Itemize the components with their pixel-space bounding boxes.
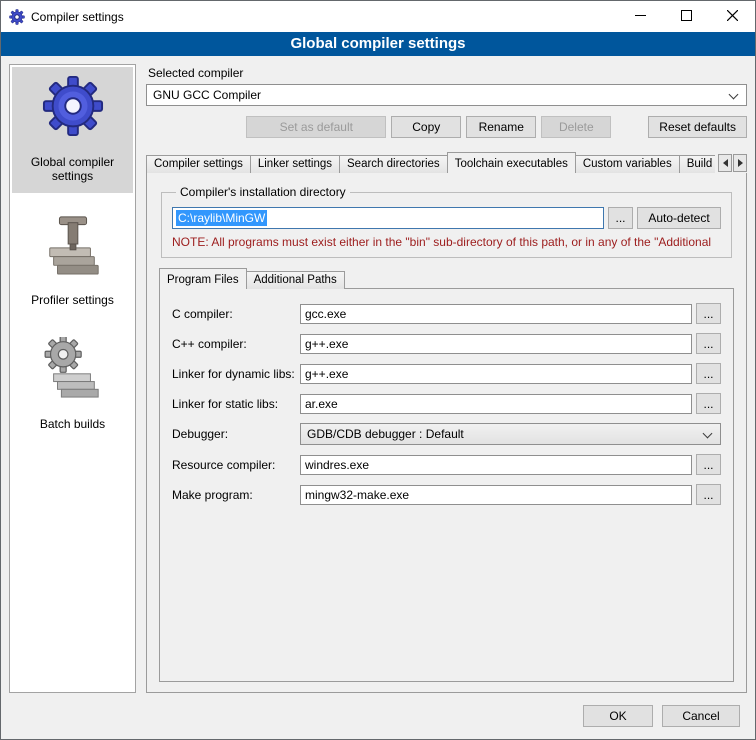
sidebar-item-profiler-settings[interactable]: Profiler settings <box>12 205 133 317</box>
copy-button[interactable]: Copy <box>391 116 461 138</box>
c-compiler-input[interactable] <box>300 304 692 324</box>
tab-scroll-right-button[interactable] <box>733 154 747 172</box>
gear-icon <box>41 73 105 139</box>
resource-compiler-row: Resource compiler: ... <box>172 454 721 475</box>
static-linker-browse-button[interactable]: ... <box>696 393 721 414</box>
dynamic-linker-browse-button[interactable]: ... <box>696 363 721 384</box>
dialog-footer: OK Cancel <box>1 693 755 739</box>
tab-custom-variables[interactable]: Custom variables <box>575 155 680 173</box>
dialog-content: Global compiler settings Profiler settin… <box>1 56 755 693</box>
resource-compiler-label: Resource compiler: <box>172 458 300 472</box>
tab-linker-settings[interactable]: Linker settings <box>250 155 340 173</box>
delete-button[interactable]: Delete <box>541 116 611 138</box>
ok-button[interactable]: OK <box>583 705 653 727</box>
static-linker-label: Linker for static libs: <box>172 397 300 411</box>
selected-compiler-dropdown[interactable]: GNU GCC Compiler <box>146 84 747 106</box>
settings-category-list: Global compiler settings Profiler settin… <box>9 64 136 693</box>
sidebar-item-batch-builds[interactable]: Batch builds <box>12 329 133 441</box>
profiler-icon <box>41 211 105 277</box>
static-linker-row: Linker for static libs: ... <box>172 393 721 414</box>
make-program-row: Make program: ... <box>172 484 721 505</box>
make-program-browse-button[interactable]: ... <box>696 484 721 505</box>
installation-directory-group: Compiler's installation directory C:\ray… <box>161 185 732 258</box>
programs-tabstrip: Program Files Additional Paths <box>159 268 734 289</box>
debugger-dropdown[interactable]: GDB/CDB debugger : Default <box>300 423 721 445</box>
chevron-down-icon <box>729 90 739 100</box>
debugger-label: Debugger: <box>172 427 300 441</box>
c-compiler-row: C compiler: ... <box>172 303 721 324</box>
debugger-row: Debugger: GDB/CDB debugger : Default <box>172 423 721 445</box>
tab-scroll-left-button[interactable] <box>718 154 732 172</box>
close-button[interactable] <box>709 1 755 32</box>
minimize-button[interactable] <box>617 1 663 32</box>
arrow-left-icon <box>723 159 728 167</box>
installation-note: NOTE: All programs must exist either in … <box>172 235 721 249</box>
make-program-input[interactable] <box>300 485 692 505</box>
program-files-panel: C compiler: ... C++ compiler: ... Linker… <box>159 288 734 682</box>
batch-builds-icon <box>41 335 105 401</box>
chevron-down-icon <box>703 429 713 439</box>
set-as-default-button[interactable]: Set as default <box>246 116 386 138</box>
maximize-icon <box>681 8 692 26</box>
compiler-settings-dialog: Compiler settings Global compiler settin… <box>0 0 756 740</box>
compiler-actions: Set as default Copy Rename Delete Reset … <box>146 116 747 138</box>
dynamic-linker-row: Linker for dynamic libs: ... <box>172 363 721 384</box>
sidebar-item-label: Global compiler settings <box>14 155 131 183</box>
tab-search-directories[interactable]: Search directories <box>339 155 448 173</box>
arrow-right-icon <box>738 159 743 167</box>
titlebar: Compiler settings <box>1 1 755 32</box>
cpp-compiler-input[interactable] <box>300 334 692 354</box>
close-icon <box>727 8 738 26</box>
cpp-compiler-row: C++ compiler: ... <box>172 333 721 354</box>
installation-directory-input[interactable]: C:\raylib\MinGW <box>172 207 604 229</box>
static-linker-input[interactable] <box>300 394 692 414</box>
tab-program-files[interactable]: Program Files <box>159 268 247 289</box>
c-compiler-browse-button[interactable]: ... <box>696 303 721 324</box>
rename-button[interactable]: Rename <box>466 116 536 138</box>
dynamic-linker-input[interactable] <box>300 364 692 384</box>
sidebar-item-label: Batch builds <box>40 417 105 431</box>
debugger-value: GDB/CDB debugger : Default <box>307 427 464 441</box>
auto-detect-button[interactable]: Auto-detect <box>637 207 721 229</box>
toolchain-executables-panel: Compiler's installation directory C:\ray… <box>146 172 747 693</box>
window-controls <box>617 1 755 32</box>
resource-compiler-browse-button[interactable]: ... <box>696 454 721 475</box>
window-icon <box>9 9 25 25</box>
resource-compiler-input[interactable] <box>300 455 692 475</box>
sidebar-item-label: Profiler settings <box>31 293 114 307</box>
browse-directory-button[interactable]: ... <box>608 207 633 229</box>
selected-compiler-value: GNU GCC Compiler <box>153 88 261 102</box>
installation-directory-group-title: Compiler's installation directory <box>176 185 350 199</box>
installation-directory-row: C:\raylib\MinGW ... Auto-detect <box>172 207 721 229</box>
reset-defaults-button[interactable]: Reset defaults <box>648 116 747 138</box>
dialog-header-title: Global compiler settings <box>1 32 755 56</box>
settings-tabstrip: Compiler settings Linker settings Search… <box>146 152 747 173</box>
tab-toolchain-executables[interactable]: Toolchain executables <box>447 152 576 173</box>
cpp-compiler-label: C++ compiler: <box>172 337 300 351</box>
cpp-compiler-browse-button[interactable]: ... <box>696 333 721 354</box>
tab-additional-paths[interactable]: Additional Paths <box>246 271 345 289</box>
installation-directory-value: C:\raylib\MinGW <box>176 210 267 226</box>
dynamic-linker-label: Linker for dynamic libs: <box>172 367 300 381</box>
window-title: Compiler settings <box>31 10 124 24</box>
make-program-label: Make program: <box>172 488 300 502</box>
sidebar-item-global-compiler-settings[interactable]: Global compiler settings <box>12 67 133 193</box>
cancel-button[interactable]: Cancel <box>662 705 740 727</box>
minimize-icon <box>635 8 646 26</box>
main-settings-area: Selected compiler GNU GCC Compiler Set a… <box>146 64 747 693</box>
c-compiler-label: C compiler: <box>172 307 300 321</box>
maximize-button[interactable] <box>663 1 709 32</box>
selected-compiler-label: Selected compiler <box>148 66 747 80</box>
tab-scrollers <box>715 153 747 173</box>
tab-compiler-settings[interactable]: Compiler settings <box>146 155 251 173</box>
